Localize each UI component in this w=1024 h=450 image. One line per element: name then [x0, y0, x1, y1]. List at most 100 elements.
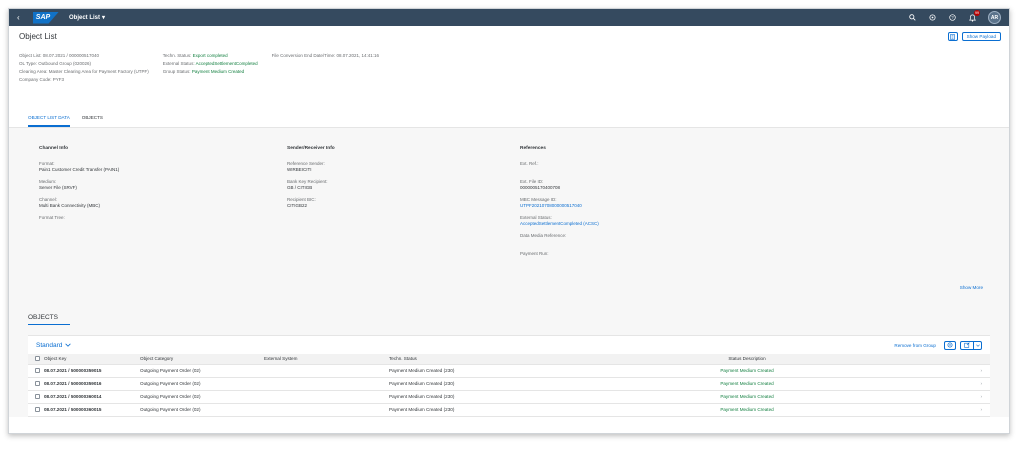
- app-window: ‹ SAP Object List ▾ ? 99 AR Object List: [8, 8, 1010, 434]
- table-row[interactable]: 08.07.2021 / 500000360014 Outgoing Payme…: [28, 390, 990, 404]
- row-checkbox[interactable]: [35, 393, 40, 399]
- chevron-down-icon: ▾: [102, 15, 106, 21]
- cell-object-category: Outgoing Payment Order (02): [138, 364, 262, 378]
- external-status-link[interactable]: AcceptedSettlementCompleted (ACSC): [520, 221, 599, 227]
- cell-object-key: 08.07.2021 / 500000360014: [42, 390, 138, 404]
- references-title: References: [520, 146, 546, 151]
- group-status-value: Payment Medium Created: [191, 69, 245, 74]
- table-row[interactable]: 08.07.2021 / 500000359016 Outgoing Payme…: [28, 377, 990, 391]
- chevron-right-icon[interactable]: ›: [970, 377, 990, 391]
- cell-status-description: Payment Medium Created: [524, 377, 970, 391]
- sender-receiver-title: Sender/Receiver Info: [287, 146, 335, 151]
- tab-objects[interactable]: OBJECTS: [82, 115, 103, 127]
- ol-type-attr: OL Type: Outbound Group (020026): [19, 61, 92, 66]
- chevron-down-icon[interactable]: [973, 340, 982, 350]
- field-label: Ext. Ref.:: [520, 161, 539, 166]
- cell-status-description: Payment Medium Created: [524, 364, 970, 378]
- object-header: Object List Show Payload Object List: 08…: [9, 26, 1009, 127]
- file-conversion-attr: File Conversion End Date/Time: 08.07.202…: [271, 53, 380, 58]
- shell-bar: ‹ SAP Object List ▾ ? 99 AR: [9, 9, 1009, 26]
- export-icon[interactable]: [960, 340, 974, 350]
- cell-object-key: 08.07.2021 / 500000359016: [42, 377, 138, 391]
- company-code-attr: Company Code: PYF3: [19, 77, 65, 82]
- clearing-area-attr: Clearing Area: Master Clearing Area for …: [19, 69, 149, 74]
- variant-selector[interactable]: Standard: [36, 342, 72, 349]
- objects-table: Object Key Object Category External Syst…: [28, 354, 990, 417]
- techn-status-value: Export completed: [192, 53, 228, 58]
- cell-object-category: Outgoing Payment Order (02): [138, 403, 262, 417]
- select-all-checkbox[interactable]: [35, 355, 40, 361]
- techn-status-label: Techn. Status:: [162, 53, 193, 58]
- chevron-down-icon: [65, 343, 72, 347]
- header-attributes-col1: Object List: 08.07.2021 / 000000517040 O…: [19, 52, 149, 84]
- cell-external-system: [262, 377, 387, 391]
- settings-icon[interactable]: [944, 340, 956, 350]
- notification-badge: 99: [974, 9, 980, 16]
- cell-techn-status: Payment Medium Created (230): [387, 364, 524, 378]
- object-page-content: Channel Info Format: Pain1 Customer Credi…: [9, 127, 1009, 417]
- co-pilot-icon[interactable]: [928, 14, 936, 22]
- chevron-right-icon[interactable]: ›: [970, 403, 990, 417]
- chevron-right-icon[interactable]: ›: [970, 390, 990, 404]
- section-underline: [28, 324, 70, 325]
- cell-object-key: 08.07.2021 / 500000359015: [42, 364, 138, 378]
- show-payload-button[interactable]: Show Payload: [961, 32, 1001, 41]
- cell-techn-status: Payment Medium Created (230): [387, 403, 524, 417]
- header-attributes-col2: Techn. Status: Export completed External…: [163, 52, 258, 84]
- search-icon[interactable]: [908, 14, 916, 22]
- help-icon[interactable]: ?: [948, 14, 956, 22]
- objects-section-title: OBJECTS: [28, 314, 58, 321]
- column-header-techn-status[interactable]: Techn. Status: [387, 354, 524, 365]
- notifications-icon[interactable]: 99: [968, 9, 980, 22]
- external-status-attr: External Status: AcceptedSettlementCompl…: [163, 60, 258, 68]
- field-label: Data Media Reference:: [520, 233, 567, 238]
- chevron-right-icon[interactable]: ›: [970, 364, 990, 378]
- field-value: 0000005170400708: [520, 185, 561, 190]
- column-header-object-key[interactable]: Object Key: [42, 354, 138, 365]
- channel-info-title: Channel Info: [39, 146, 69, 151]
- table-header-row: Object Key Object Category External Syst…: [28, 354, 990, 365]
- cell-external-system: [262, 390, 387, 404]
- external-status-label: External Status:: [162, 61, 196, 66]
- sap-logo[interactable]: SAP: [33, 11, 59, 24]
- field-value: Multi Bank Connectivity (MBC): [39, 203, 101, 208]
- tab-object-list-data[interactable]: OBJECT LIST DATA: [28, 115, 70, 127]
- table-row[interactable]: 08.07.2021 / 500000359015 Outgoing Payme…: [28, 364, 990, 378]
- external-status-value: AcceptedSettlementCompleted: [195, 61, 258, 66]
- cell-object-category: Outgoing Payment Order (02): [138, 377, 262, 391]
- cell-object-key: 08.07.2021 / 500000360015: [42, 403, 138, 417]
- show-more-link[interactable]: Show More: [960, 285, 983, 290]
- row-checkbox[interactable]: [35, 367, 40, 373]
- field-label: Payment Run:: [520, 251, 549, 256]
- references-section: References Ext. Ref.: Ext. File ID: 00000…: [520, 146, 599, 263]
- mbc-message-link[interactable]: UTPF20210708000000517040: [520, 203, 599, 209]
- group-status-label: Group Status:: [162, 69, 192, 74]
- field-value: Pain1 Customer Credit Transfer (PAIN1): [39, 167, 120, 172]
- field-value: Server File (SRVF): [39, 185, 77, 190]
- column-header-object-category[interactable]: Object Category: [138, 354, 262, 365]
- column-header-status-description[interactable]: Status Description: [524, 354, 970, 365]
- object-list-attr: Object List: 08.07.2021 / 000000517040: [19, 53, 100, 58]
- field-value: WIRBEICITI: [287, 167, 312, 172]
- app-title: Object List: [69, 14, 101, 21]
- cell-status-description: Payment Medium Created: [524, 390, 970, 404]
- column-header-external-system[interactable]: External System: [262, 354, 387, 365]
- table-row[interactable]: 08.07.2021 / 500000360015 Outgoing Payme…: [28, 403, 990, 417]
- document-icon-button[interactable]: [947, 32, 958, 41]
- svg-text:?: ?: [951, 15, 954, 20]
- cell-external-system: [262, 364, 387, 378]
- row-checkbox[interactable]: [35, 380, 40, 386]
- row-checkbox[interactable]: [35, 406, 40, 412]
- back-icon[interactable]: ‹: [17, 13, 29, 22]
- header-attributes-col3: File Conversion End Date/Time: 08.07.202…: [272, 52, 379, 84]
- cell-object-category: Outgoing Payment Order (02): [138, 390, 262, 404]
- table-toolbar: Standard Remove from Group: [28, 336, 990, 354]
- channel-info-section: Channel Info Format: Pain1 Customer Credi…: [39, 146, 119, 227]
- remove-from-group-button[interactable]: Remove from Group: [894, 343, 936, 348]
- cell-external-system: [262, 403, 387, 417]
- app-title-menu[interactable]: Object List ▾: [69, 14, 106, 22]
- user-avatar[interactable]: AR: [988, 11, 1001, 24]
- field-value: CITIGB22: [287, 203, 308, 208]
- group-status-attr: Group Status: Payment Medium Created: [163, 68, 258, 76]
- objects-table-card: Standard Remove from Group Object Key Ob…: [28, 335, 990, 417]
